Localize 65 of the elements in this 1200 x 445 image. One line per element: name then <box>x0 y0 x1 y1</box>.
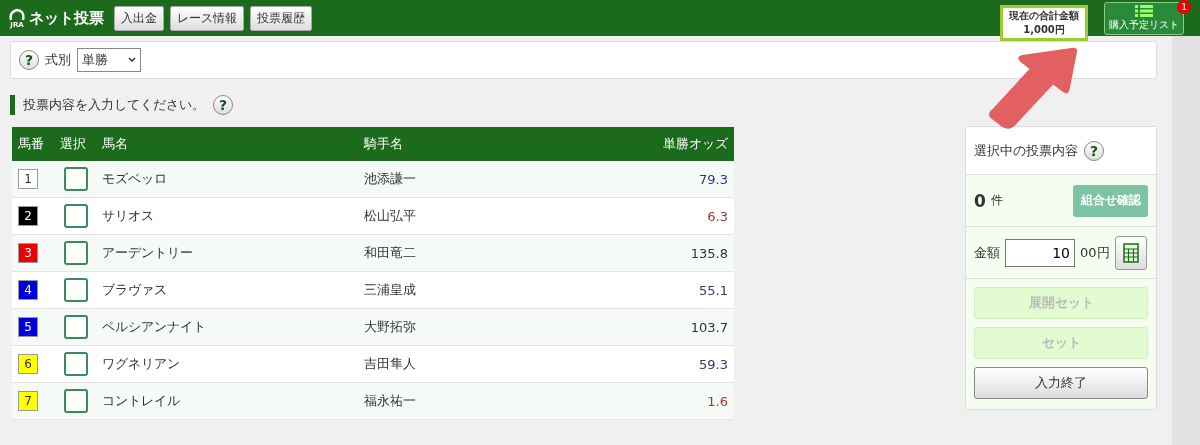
win-odds: 79.3 <box>550 161 734 198</box>
nav-button[interactable]: 入出金 <box>114 5 164 31</box>
select-checkbox[interactable] <box>64 389 88 413</box>
calculator-button[interactable] <box>1114 235 1147 270</box>
column-header: 選択 <box>54 127 96 161</box>
win-odds: 55.1 <box>550 271 734 309</box>
horse-number: 7 <box>18 391 38 411</box>
select-checkbox[interactable] <box>64 352 88 376</box>
calculator-icon <box>1122 242 1139 263</box>
horse-name: サリオス <box>96 197 358 235</box>
select-checkbox[interactable] <box>64 315 88 339</box>
panel-title: 選択中の投票内容 <box>974 141 1078 160</box>
select-checkbox[interactable] <box>64 167 88 191</box>
win-odds: 103.7 <box>550 308 734 346</box>
bet-type-dropdown[interactable]: 単勝 <box>77 48 141 72</box>
jockey-name: 大野拓弥 <box>358 308 550 346</box>
jockey-name: 松山弘平 <box>358 197 550 235</box>
bet-type-label: 式別 <box>45 51 71 69</box>
count-unit: 件 <box>990 192 1003 209</box>
help-button[interactable]: ? <box>213 95 233 115</box>
column-header: 単勝オッズ <box>550 127 734 161</box>
count-badge: 1 <box>1177 0 1191 14</box>
help-button[interactable]: ? <box>1084 140 1104 161</box>
amount-unit: 00円 <box>1080 243 1110 262</box>
horse-name: ペルシアンナイト <box>96 308 358 346</box>
logo-text: ネット投票 <box>29 8 104 28</box>
column-header: 馬名 <box>96 127 358 161</box>
select-checkbox[interactable] <box>64 241 88 265</box>
horse-name: アーデントリー <box>96 234 358 272</box>
list-icon <box>1133 4 1155 17</box>
horse-name: コントレイル <box>96 382 358 420</box>
help-button[interactable]: ? <box>19 50 39 70</box>
total-amount-callout: 現在の合計金額 1,000円 <box>1000 5 1088 41</box>
win-odds: 1.6 <box>550 382 734 420</box>
horseshoe-logo-icon <box>8 7 26 22</box>
horse-number: 4 <box>18 280 38 300</box>
nav-button[interactable]: レース情報 <box>170 5 244 31</box>
column-header: 騎手名 <box>358 127 550 161</box>
panel-action-button[interactable]: 入力終了 <box>974 367 1148 399</box>
instruction-text: 投票内容を入力してください。 <box>23 96 205 114</box>
horse-number: 1 <box>18 169 38 189</box>
select-checkbox[interactable] <box>64 278 88 302</box>
jockey-name: 福永祐一 <box>358 382 550 420</box>
section-marker <box>10 95 15 115</box>
jockey-name: 池添謙一 <box>358 161 550 198</box>
nav-button[interactable]: 投票履歴 <box>250 5 312 31</box>
horse-name: ブラヴァス <box>96 271 358 309</box>
jockey-name: 和田竜二 <box>358 234 550 272</box>
win-odds: 6.3 <box>550 197 734 235</box>
select-checkbox[interactable] <box>64 204 88 228</box>
caret-icon <box>128 57 136 63</box>
horse-number: 6 <box>18 354 38 374</box>
win-odds: 59.3 <box>550 345 734 383</box>
selection-count: 0 <box>974 190 986 211</box>
amount-field[interactable]: 10 <box>1005 238 1075 267</box>
horse-number: 3 <box>18 243 38 263</box>
horse-name: モズベッロ <box>96 161 358 198</box>
horse-number: 5 <box>18 317 38 337</box>
amount-label: 金額 <box>974 243 1000 262</box>
horse-number: 2 <box>18 206 38 226</box>
jockey-name: 吉田隼人 <box>358 345 550 383</box>
win-odds: 135.8 <box>550 234 734 272</box>
jockey-name: 三浦皇成 <box>358 271 550 309</box>
column-header: 馬番 <box>12 127 54 161</box>
horse-name: ワグネリアン <box>96 345 358 383</box>
